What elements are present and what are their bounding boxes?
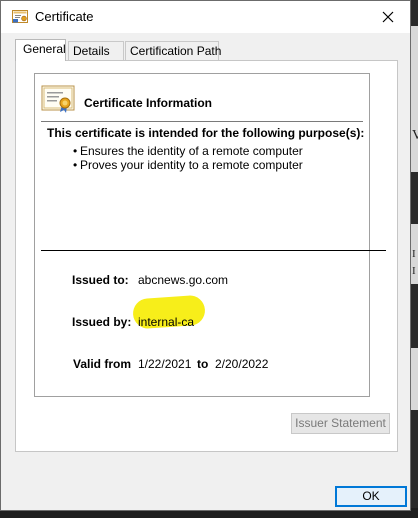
close-icon bbox=[382, 11, 394, 23]
issued-to-value: abcnews.go.com bbox=[138, 273, 229, 287]
background-text: I bbox=[412, 265, 416, 277]
title-bar[interactable]: Certificate bbox=[1, 1, 410, 33]
certificate-information-heading: Certificate Information bbox=[84, 96, 213, 110]
valid-from-value: 1/22/2021 bbox=[138, 357, 192, 371]
certificate-icon bbox=[12, 10, 28, 23]
divider bbox=[41, 250, 386, 251]
tab-general[interactable]: General bbox=[15, 39, 66, 61]
purpose-list: Ensures the identity of a remote compute… bbox=[73, 144, 303, 172]
purpose-item: Proves your identity to a remote compute… bbox=[73, 158, 303, 172]
window-title: Certificate bbox=[35, 9, 94, 24]
certificate-info-box: Certificate Information This certificate… bbox=[34, 73, 386, 397]
certificate-ribbon-icon bbox=[41, 85, 75, 113]
tab-certification-path[interactable]: Certification Path bbox=[125, 41, 221, 60]
issued-by-label: Issued by: bbox=[72, 315, 132, 329]
tab-details[interactable]: Details bbox=[68, 41, 124, 60]
ok-button[interactable]: OK bbox=[335, 486, 407, 507]
general-tab-panel: Certificate Information This certificate… bbox=[15, 60, 398, 452]
valid-to-value: 2/20/2022 bbox=[215, 357, 269, 371]
background-text: V bbox=[412, 128, 418, 143]
valid-to-label: to bbox=[197, 357, 209, 371]
purpose-item: Ensures the identity of a remote compute… bbox=[73, 144, 303, 158]
close-button[interactable] bbox=[366, 1, 410, 33]
certificate-dialog: Certificate General Details Certificatio… bbox=[0, 0, 411, 511]
purpose-heading: This certificate is intended for the fol… bbox=[47, 126, 365, 140]
background-text: I bbox=[412, 248, 416, 260]
issuer-statement-button[interactable]: Issuer Statement bbox=[291, 413, 390, 434]
issued-to-label: Issued to: bbox=[72, 273, 129, 287]
divider bbox=[41, 121, 363, 122]
valid-from-label: Valid from bbox=[73, 357, 132, 371]
issued-by-value: internal-ca bbox=[138, 315, 195, 329]
